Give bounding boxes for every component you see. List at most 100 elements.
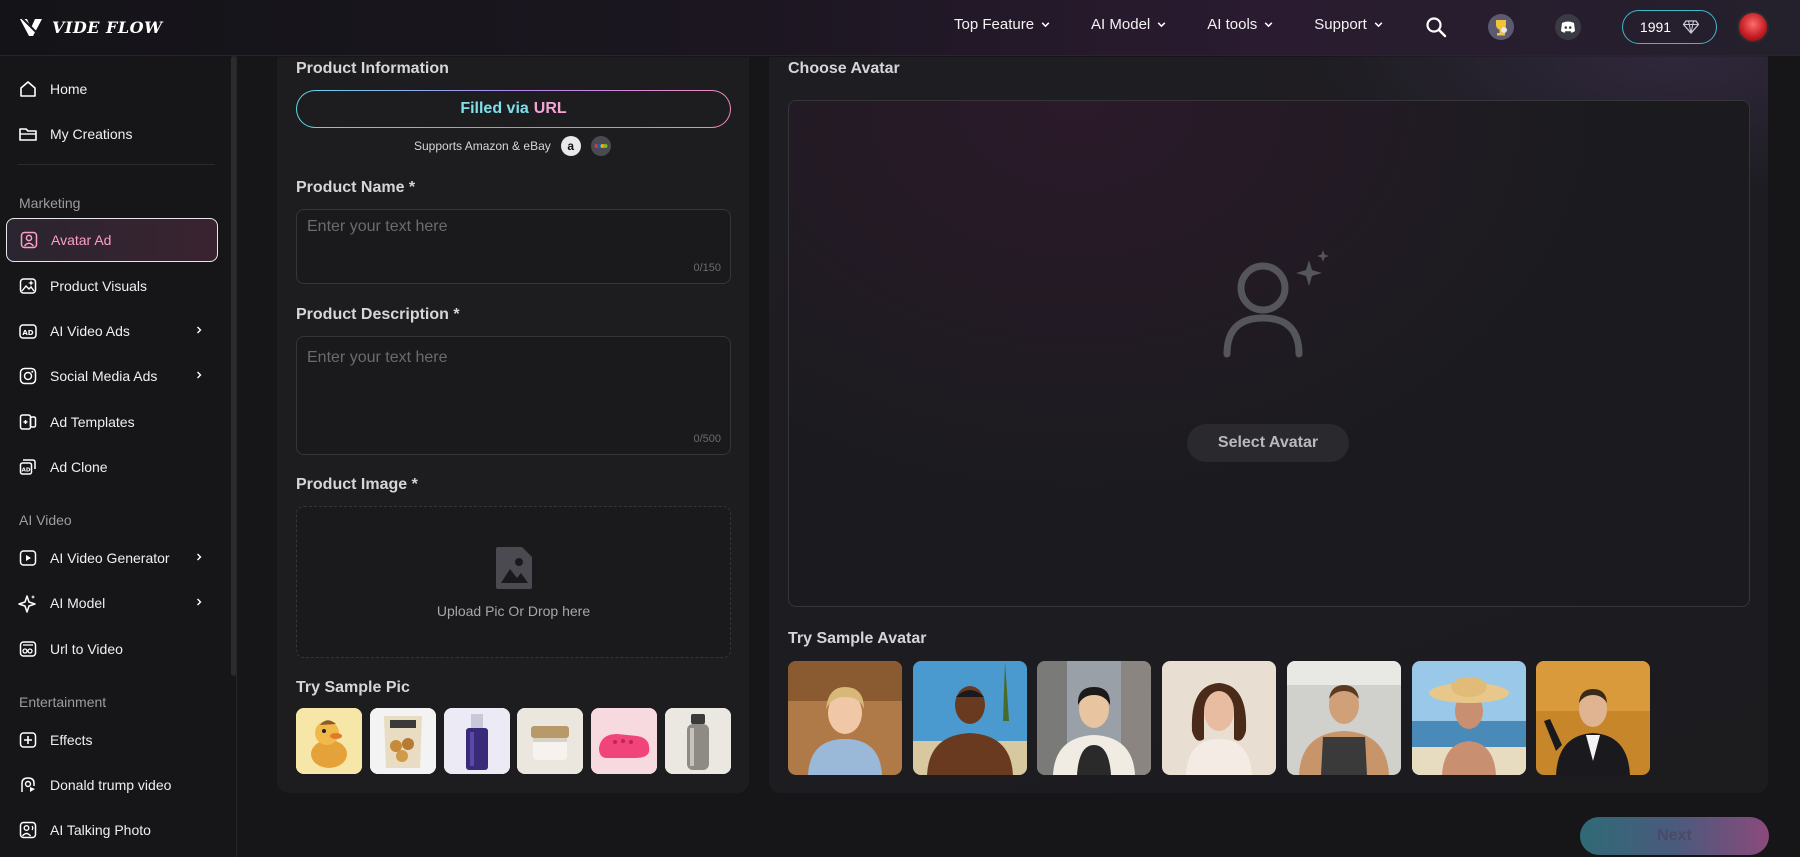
chevron-right-icon [197, 598, 202, 606]
product-description-field[interactable]: 0/500 [296, 336, 731, 455]
sidebar-scrollbar[interactable] [231, 56, 236, 676]
product-image-dropzone[interactable]: Upload Pic Or Drop here [296, 506, 731, 658]
sample-pic-snack-bag[interactable] [370, 708, 436, 774]
sidebar-item-home[interactable]: Home [6, 67, 218, 111]
sample-avatar-man-street[interactable] [1037, 661, 1151, 775]
url-button-prefix: Filled via [460, 100, 529, 117]
product-description-counter: 0/500 [693, 433, 721, 445]
trophy-button[interactable] [1486, 12, 1516, 42]
supports-text: Supports Amazon & eBay [414, 139, 551, 153]
next-button[interactable]: Next [1580, 817, 1769, 855]
sidebar: Home My Creations Marketing Avatar Ad Pr… [0, 56, 237, 857]
man-street-image [1037, 661, 1151, 775]
sidebar-item-donald-trump-video[interactable]: Donald trump video [6, 763, 218, 807]
serum-bottle-image [444, 708, 510, 774]
app-logo[interactable]: VIDE FLOW [18, 14, 163, 40]
sidebar-item-label: Social Media Ads [50, 368, 158, 384]
diamond-icon [1683, 20, 1700, 34]
section-title-ai-video: AI Video [19, 512, 72, 528]
logo-text: VIDE FLOW [52, 17, 163, 37]
sidebar-item-label: Home [50, 81, 88, 97]
nav-label: AI tools [1207, 16, 1258, 33]
select-avatar-button[interactable]: Select Avatar [1187, 424, 1349, 462]
sidebar-item-social-media-ads[interactable]: Social Media Ads [6, 354, 218, 398]
sidebar-item-effects[interactable]: Effects [6, 718, 218, 762]
credits-count: 1991 [1639, 19, 1672, 35]
woman-portrait-image [1162, 661, 1276, 775]
sidebar-item-label: AI Talking Photo [50, 822, 151, 838]
sample-avatar-man-beach[interactable] [913, 661, 1027, 775]
sidebar-divider [18, 164, 215, 165]
pink-clog-image [591, 708, 657, 774]
sample-avatar-man-suit[interactable] [1536, 661, 1650, 775]
nav-support[interactable]: Support [1314, 16, 1384, 33]
effects-icon [19, 732, 37, 748]
sample-pic-cream-jar[interactable] [517, 708, 583, 774]
nav-ai-tools[interactable]: AI tools [1207, 16, 1274, 33]
clone-icon: AD [19, 459, 36, 475]
nav-ai-model[interactable]: AI Model [1091, 16, 1167, 33]
search-button[interactable] [1421, 12, 1451, 42]
sidebar-item-ad-clone[interactable]: AD Ad Clone [6, 445, 218, 489]
avatar-placeholder-icon [1223, 250, 1329, 358]
sample-avatar-woman-portrait[interactable] [1162, 661, 1276, 775]
product-name-field[interactable]: 0/150 [296, 209, 731, 284]
sidebar-item-ai-talking-photo[interactable]: AI Talking Photo [6, 808, 218, 852]
sidebar-item-label: Avatar Ad [51, 232, 112, 248]
ad-icon: AD [19, 324, 37, 339]
ebay-icon [590, 136, 611, 156]
sidebar-item-label: Product Visuals [50, 278, 148, 294]
nav-top-feature[interactable]: Top Feature [954, 16, 1051, 33]
sample-avatar-man-gym[interactable] [1287, 661, 1401, 775]
sidebar-item-ai-video-generator[interactable]: AI Video Generator [6, 536, 218, 580]
product-name-input[interactable] [297, 210, 730, 283]
sidebar-item-ad-templates[interactable]: Ad Templates [6, 400, 218, 444]
sidebar-item-ai-model[interactable]: AI Model [6, 581, 218, 625]
face-icon [21, 777, 35, 792]
discord-icon [1555, 14, 1581, 40]
home-icon [20, 81, 36, 97]
sidebar-item-my-creations[interactable]: My Creations [6, 112, 218, 156]
sparkle-icon [18, 595, 36, 613]
man-gym-image [1287, 661, 1401, 775]
sidebar-item-ai-video-ads[interactable]: AD AI Video Ads [6, 309, 218, 353]
fill-via-url-button[interactable]: Filled via URL [296, 90, 731, 128]
duck-figurine-image [296, 708, 362, 774]
chevron-right-icon [197, 326, 202, 334]
credits-badge[interactable]: 1991 [1622, 10, 1717, 44]
discord-button[interactable] [1553, 12, 1583, 42]
sidebar-item-label: My Creations [50, 126, 133, 142]
social-icon [19, 367, 37, 385]
sample-pic-pink-clog[interactable] [591, 708, 657, 774]
product-description-input[interactable] [297, 337, 730, 454]
product-name-counter: 0/150 [693, 262, 721, 274]
template-icon [19, 414, 37, 430]
sample-pic-steel-bottle[interactable] [665, 708, 731, 774]
top-bar: VIDE FLOW Top Feature AI Model AI tools … [0, 0, 1800, 56]
avatar-icon [20, 231, 38, 249]
sidebar-item-label: AI Video Ads [50, 323, 130, 339]
woman-sunhat-image [1412, 661, 1526, 775]
chevron-down-icon [1374, 22, 1383, 28]
sidebar-item-label: Effects [50, 732, 93, 748]
cream-jar-image [517, 708, 583, 774]
section-title-marketing: Marketing [19, 195, 81, 211]
sidebar-item-product-visuals[interactable]: Product Visuals [6, 264, 218, 308]
sidebar-item-label: Donald trump video [50, 777, 172, 793]
user-avatar[interactable] [1737, 11, 1769, 43]
avatar-preview-area[interactable] [788, 100, 1750, 607]
sidebar-item-avatar-ad[interactable]: Avatar Ad [6, 218, 218, 262]
sample-pic-serum-bottle[interactable] [444, 708, 510, 774]
logo-icon [20, 17, 42, 37]
sample-pic-duck-figurine[interactable] [296, 708, 362, 774]
amazon-icon: a [560, 136, 581, 156]
trophy-icon [1488, 14, 1514, 40]
sample-avatar-woman-sunhat[interactable] [1412, 661, 1526, 775]
sidebar-item-url-to-video[interactable]: Url to Video [6, 627, 218, 671]
top-nav: Top Feature AI Model AI tools Support [954, 16, 1384, 33]
image-upload-icon [495, 547, 532, 589]
product-image-label: Product Image * [296, 476, 418, 493]
sample-avatar-woman-kitchen[interactable] [788, 661, 902, 775]
svg-text:AD: AD [22, 468, 31, 474]
sidebar-item-label: Ad Clone [50, 459, 108, 475]
